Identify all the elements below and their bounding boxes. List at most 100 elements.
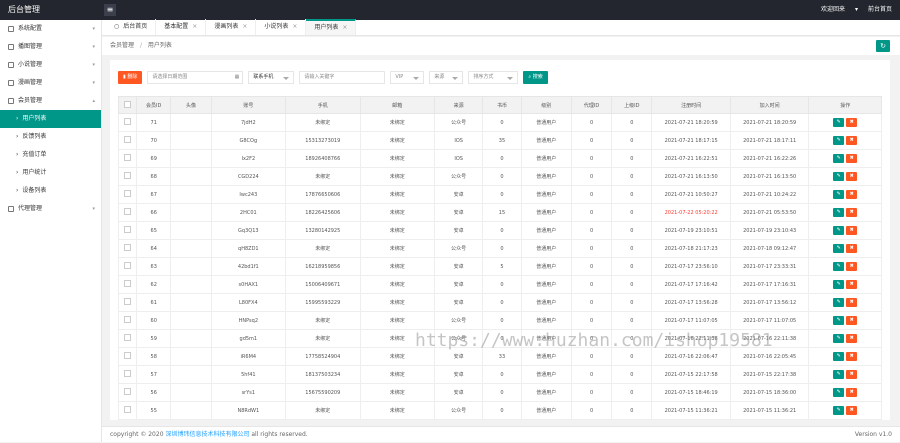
edit-icon[interactable]: ✎	[833, 136, 845, 145]
row-select-cell[interactable]	[117, 185, 138, 204]
tab-3[interactable]: 小说列表 ×	[256, 19, 307, 35]
delete-icon[interactable]: ✖	[846, 280, 858, 289]
edit-icon[interactable]: ✎	[833, 406, 845, 415]
row-select-cell[interactable]	[117, 311, 138, 330]
edit-icon[interactable]: ✎	[833, 352, 845, 361]
chevron-down-icon[interactable]: ▾	[855, 0, 858, 20]
select-all-checkbox[interactable]	[124, 100, 132, 108]
sidebar-item-0[interactable]: 系统配置 ▾	[0, 20, 101, 38]
delete-icon[interactable]: ✖	[846, 244, 858, 253]
row-checkbox[interactable]	[124, 370, 132, 377]
row-select-cell[interactable]	[117, 149, 138, 168]
sidebar-item-1[interactable]: 播图管理 ▾	[0, 38, 101, 56]
edit-icon[interactable]: ✎	[833, 118, 845, 127]
delete-icon[interactable]: ✖	[846, 388, 858, 397]
delete-icon[interactable]: ✖	[846, 154, 858, 163]
delete-icon[interactable]: ✖	[846, 226, 858, 235]
row-checkbox[interactable]	[124, 334, 132, 341]
edit-icon[interactable]: ✎	[833, 190, 845, 199]
row-checkbox[interactable]	[124, 406, 132, 413]
row-checkbox[interactable]	[124, 262, 132, 269]
keyword-input[interactable]: 请输入关键字	[299, 70, 386, 84]
delete-icon[interactable]: ✖	[846, 262, 858, 271]
search-button[interactable]: ⌕ 搜索	[523, 70, 548, 84]
tab-1[interactable]: 基本配置 ×	[156, 19, 207, 35]
edit-icon[interactable]: ✎	[833, 316, 845, 325]
row-select-cell[interactable]	[117, 329, 138, 348]
phone-select[interactable]: 联系手机	[248, 70, 295, 84]
row-select-cell[interactable]	[117, 365, 138, 384]
source-select[interactable]: 来源	[429, 70, 464, 84]
row-select-cell[interactable]	[117, 383, 138, 402]
sidebar-subitem-1[interactable]: › 反馈列表	[0, 128, 101, 146]
close-icon[interactable]: ×	[242, 19, 247, 35]
tab-4[interactable]: 用户列表 ×	[306, 19, 357, 36]
delete-icon[interactable]: ✖	[846, 190, 858, 199]
menu-toggle-icon[interactable]: ≡	[104, 4, 116, 16]
row-checkbox[interactable]	[124, 208, 132, 215]
close-icon[interactable]: ×	[342, 20, 347, 36]
edit-icon[interactable]: ✎	[833, 262, 845, 271]
tab-2[interactable]: 漫画列表 ×	[206, 19, 257, 35]
sidebar-subitem-4[interactable]: › 设备列表	[0, 182, 101, 200]
row-checkbox[interactable]	[124, 226, 132, 233]
delete-icon[interactable]: ✖	[846, 316, 858, 325]
front-home-link[interactable]: 前台首页	[868, 0, 892, 20]
row-select-cell[interactable]	[117, 203, 138, 222]
row-select-cell[interactable]	[117, 113, 138, 132]
row-select-cell[interactable]	[117, 221, 138, 240]
edit-icon[interactable]: ✎	[833, 208, 845, 217]
delete-icon[interactable]: ✖	[846, 352, 858, 361]
row-select-cell[interactable]	[117, 167, 138, 186]
row-checkbox[interactable]	[124, 316, 132, 323]
row-checkbox[interactable]	[124, 298, 132, 305]
edit-icon[interactable]: ✎	[833, 244, 845, 253]
date-range-input[interactable]: 请选择日期范围 ▦	[147, 70, 244, 84]
delete-icon[interactable]: ✖	[846, 334, 858, 343]
sidebar-subitem-0[interactable]: › 用户列表	[0, 110, 101, 128]
row-checkbox[interactable]	[124, 154, 132, 161]
edit-icon[interactable]: ✎	[833, 388, 845, 397]
sidebar-item-4[interactable]: 会员管理 ▴	[0, 92, 101, 110]
edit-icon[interactable]: ✎	[833, 370, 845, 379]
row-select-cell[interactable]	[117, 239, 138, 258]
breadcrumb-root[interactable]: 会员管理	[110, 42, 134, 49]
row-select-cell[interactable]	[117, 401, 138, 420]
row-checkbox[interactable]	[124, 352, 132, 359]
sidebar-item-agent[interactable]: 代理管理 ▾	[0, 200, 101, 218]
delete-icon[interactable]: ✖	[846, 136, 858, 145]
edit-icon[interactable]: ✎	[833, 280, 845, 289]
delete-icon[interactable]: ✖	[846, 172, 858, 181]
tab-0[interactable]: ○ 后台首页	[106, 19, 157, 35]
row-checkbox[interactable]	[124, 118, 132, 125]
delete-icon[interactable]: ✖	[846, 118, 858, 127]
row-checkbox[interactable]	[124, 190, 132, 197]
row-select-cell[interactable]	[117, 275, 138, 294]
sidebar-subitem-3[interactable]: › 用户统计	[0, 164, 101, 182]
sidebar-item-2[interactable]: 小说管理 ▾	[0, 56, 101, 74]
user-menu[interactable]: 欢迎回来	[821, 0, 845, 20]
close-icon[interactable]: ×	[192, 19, 197, 35]
row-checkbox[interactable]	[124, 172, 132, 179]
row-select-cell[interactable]	[117, 347, 138, 366]
edit-icon[interactable]: ✎	[833, 298, 845, 307]
delete-icon[interactable]: ✖	[846, 208, 858, 217]
edit-icon[interactable]: ✎	[833, 172, 845, 181]
sidebar-subitem-2[interactable]: › 充值订单	[0, 146, 101, 164]
delete-icon[interactable]: ✖	[846, 406, 858, 415]
row-select-cell[interactable]	[117, 293, 138, 312]
edit-icon[interactable]: ✎	[833, 226, 845, 235]
bulk-delete-button[interactable]: ▮ 删除	[118, 70, 143, 84]
row-select-cell[interactable]	[117, 131, 138, 150]
edit-icon[interactable]: ✎	[833, 334, 845, 343]
sidebar-item-3[interactable]: 漫画管理 ▾	[0, 74, 101, 92]
delete-icon[interactable]: ✖	[846, 370, 858, 379]
edit-icon[interactable]: ✎	[833, 154, 845, 163]
delete-icon[interactable]: ✖	[846, 298, 858, 307]
vip-select[interactable]: VIP	[390, 70, 425, 84]
select-all-cell[interactable]	[117, 96, 138, 114]
refresh-button[interactable]: ↻	[876, 40, 890, 52]
close-icon[interactable]: ×	[292, 19, 297, 35]
row-select-cell[interactable]	[117, 257, 138, 276]
sort-select[interactable]: 排序方式	[468, 70, 519, 84]
